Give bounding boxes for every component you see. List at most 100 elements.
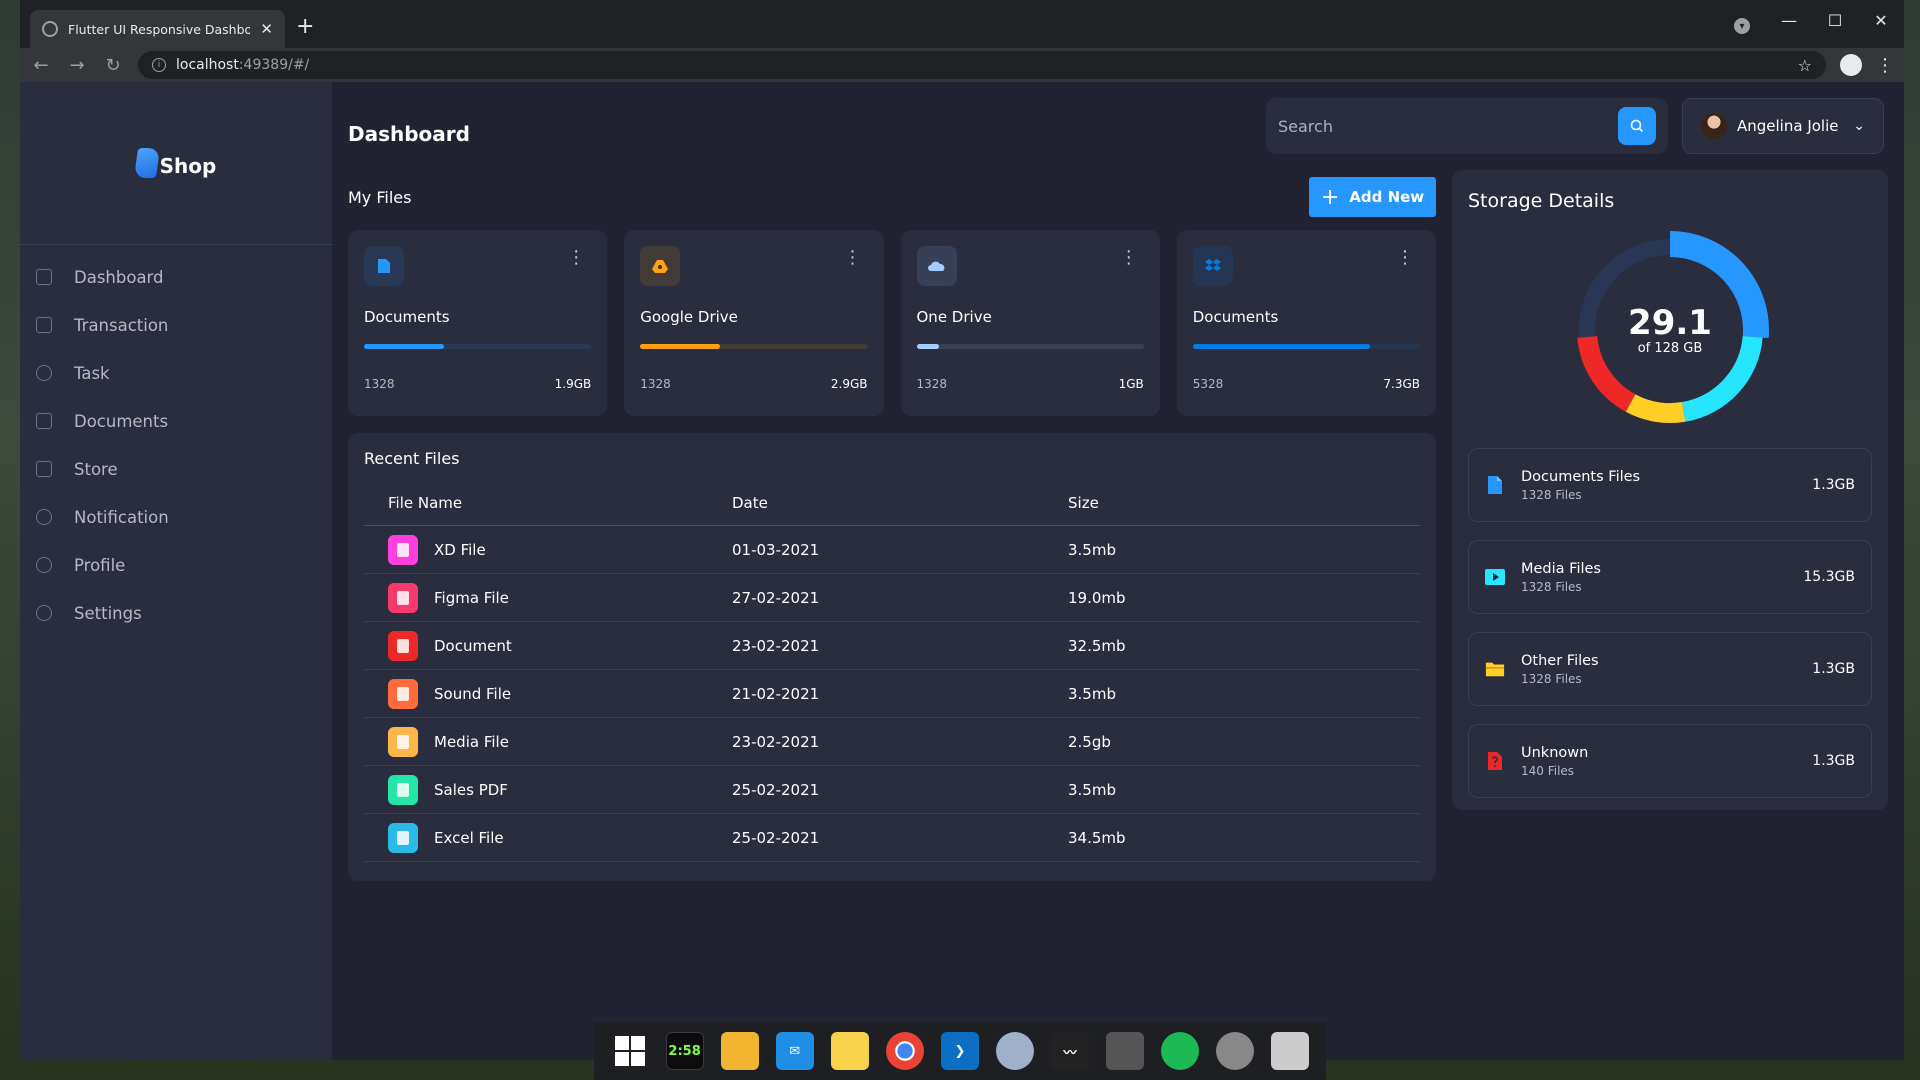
file-name: Sales PDF [434,780,508,799]
add-new-label: Add New [1349,188,1425,206]
settings-app-icon[interactable] [1216,1032,1255,1070]
browser-toolbar: ← → ↻ i localhost:49389/#/ ☆ ⋮ [20,48,1904,82]
more-options-icon[interactable]: ⋮ [844,249,862,267]
cloud-app-icon[interactable] [1271,1032,1310,1070]
sidebar-item-notification[interactable]: Notification [20,493,332,541]
browser-menu-icon[interactable]: ⋮ [1876,55,1894,76]
clock-app-icon[interactable]: 2:58 [665,1032,704,1070]
address-bar[interactable]: i localhost:49389/#/ ☆ [138,51,1826,79]
notes-icon[interactable] [830,1032,869,1070]
card-meta: 1328 1GB [917,377,1144,391]
site-info-icon[interactable]: i [152,58,166,72]
sidebar-item-dashboard[interactable]: Dashboard [20,253,332,301]
storage-total-label: of 128 GB [1637,340,1703,356]
storage-item[interactable]: Media Files 1328 Files 15.3GB [1468,540,1872,614]
storage-title: Storage Details [1468,190,1615,212]
vscode-icon[interactable]: ❯ [940,1032,979,1070]
table-row[interactable]: Media File 23-02-2021 2.5gb [364,718,1420,766]
donut-center: 29.1 of 128 GB [1570,230,1770,430]
usage-progress-bar [1192,344,1420,349]
user-profile-menu[interactable]: Angelina Jolie ⌄ [1682,98,1884,154]
document-icon [364,246,404,286]
card-name: One Drive [916,308,992,326]
google-drive-icon [640,246,681,286]
excel-file-icon [388,822,418,853]
document-file-icon [388,630,418,661]
activity-monitor-icon[interactable]: 〰 [1051,1032,1090,1070]
sidebar-item-transaction[interactable]: Transaction [20,301,332,349]
documents-icon [36,413,52,429]
dashboard-icon [36,269,52,285]
sidebar-item-label: Documents [74,411,169,431]
browser-profile-icon[interactable] [1840,54,1862,76]
storage-details-panel: Storage Details 29.1 of 128 GB Documents… [1452,170,1888,810]
file-card[interactable]: ⋮ One Drive 1328 1GB [900,230,1160,416]
table-row[interactable]: Excel File 25-02-2021 34.5mb [364,814,1420,862]
sidebar-item-settings[interactable]: Settings [20,589,332,637]
table-row[interactable]: Sound File 21-02-2021 3.5mb [364,670,1420,718]
add-new-button[interactable]: + Add New [1309,177,1436,217]
main-content: Dashboard Angelina Jolie ⌄ My Files [332,82,1904,1060]
forward-icon[interactable]: → [66,55,88,76]
content-row: My Files + Add New ⋮ Documents 1328 1.9GB [348,170,1888,881]
file-explorer-icon[interactable] [720,1032,759,1070]
back-icon[interactable]: ← [30,55,52,76]
table-row[interactable]: Sales PDF 25-02-2021 3.5mb [364,766,1420,814]
one-drive-icon [916,246,957,286]
game-icon[interactable] [1106,1032,1145,1070]
storage-item[interactable]: Unknown 140 Files 1.3GB [1468,724,1872,798]
windows-start-icon[interactable] [610,1032,649,1070]
bookmark-star-icon[interactable]: ☆ [1798,56,1812,75]
sidebar-item-label: Profile [74,555,126,575]
file-name: Excel File [434,828,504,847]
reload-icon[interactable]: ↻ [102,55,124,76]
file-card[interactable]: ⋮ Google Drive 1328 2.9GB [624,230,884,416]
sidebar-item-documents[interactable]: Documents [20,397,332,445]
file-size: 3.5mb [1068,780,1116,799]
column-header-file-name: File Name [388,493,463,512]
file-size: 32.5mb [1068,636,1126,655]
close-tab-icon[interactable]: ✕ [260,20,273,38]
storage-item-name: Media Files [1521,560,1601,577]
usage-progress-fill [1192,344,1370,349]
storage-size: 1GB [1118,377,1144,391]
media-file-icon [388,726,418,757]
task-icon [36,365,52,381]
file-card[interactable]: ⋮ Documents 5328 7.3GB [1176,230,1436,416]
search-icon [1630,119,1644,133]
sidebar-item-store[interactable]: Store [20,445,332,493]
sidebar-item-task[interactable]: Task [20,349,332,397]
more-options-icon[interactable]: ⋮ [567,249,585,267]
browser-tab[interactable]: Flutter UI Responsive Dashboard ✕ [30,10,285,48]
maximize-icon[interactable]: ☐ [1812,0,1858,40]
app-eye-icon[interactable] [995,1032,1034,1070]
file-date: 23-02-2021 [732,636,820,655]
chrome-icon[interactable] [885,1032,924,1070]
close-window-icon[interactable]: ✕ [1858,0,1904,40]
spotify-icon[interactable] [1161,1032,1200,1070]
search-button[interactable] [1618,107,1656,145]
column-header-date: Date [732,493,768,512]
more-options-icon[interactable]: ⋮ [1120,249,1138,267]
minimize-icon[interactable]: — [1766,0,1812,40]
more-options-icon[interactable]: ⋮ [1396,249,1414,267]
search-input[interactable] [1278,116,1618,136]
tab-search-icon[interactable]: ▾ [1734,18,1750,34]
file-size: 2.5gb [1068,732,1111,751]
storage-item[interactable]: Documents Files 1328 Files 1.3GB [1468,448,1872,522]
dropbox-icon [1192,246,1233,286]
storage-item-count: 1328 Files [1521,671,1582,686]
my-files-header: My Files + Add New [348,170,1436,224]
table-row[interactable]: Figma File 27-02-2021 19.0mb [364,574,1420,622]
sidebar-item-profile[interactable]: Profile [20,541,332,589]
storage-item[interactable]: Other Files 1328 Files 1.3GB [1468,632,1872,706]
storage-size: 7.3GB [1383,377,1420,391]
table-row[interactable]: Document 23-02-2021 32.5mb [364,622,1420,670]
storage-item-size: 15.3GB [1803,569,1855,585]
mail-icon[interactable]: ✉ [775,1032,814,1070]
new-tab-icon[interactable]: + [296,14,314,39]
table-row[interactable]: XD File 01-03-2021 3.5mb [364,526,1420,574]
taskbar: 2:58 ✉ ❯ 〰 [594,1022,1326,1080]
file-card[interactable]: ⋮ Documents 1328 1.9GB [348,230,608,416]
taskbar-clock: 2:58 [668,1043,701,1059]
